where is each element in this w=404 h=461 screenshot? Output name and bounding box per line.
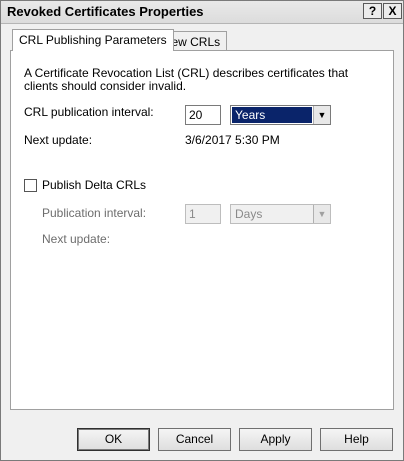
chevron-down-icon: ▼ xyxy=(313,205,330,223)
chevron-down-icon: ▼ xyxy=(313,106,330,124)
dialog-window: Revoked Certificates Properties ? X CRL … xyxy=(0,0,404,461)
title-bar: Revoked Certificates Properties ? X xyxy=(1,1,403,24)
help-button[interactable]: Help xyxy=(320,428,393,451)
help-title-button[interactable]: ? xyxy=(363,3,382,19)
crl-next-update-value: 3/6/2017 5:30 PM xyxy=(185,133,280,147)
delta-interval-unit-select[interactable]: Days ▼ xyxy=(230,204,331,224)
crl-next-update-label: Next update: xyxy=(24,133,93,147)
crl-interval-label: CRL publication interval: xyxy=(24,105,154,119)
tab-crl-publishing-parameters[interactable]: CRL Publishing Parameters xyxy=(12,29,174,51)
crl-description: A Certificate Revocation List (CRL) desc… xyxy=(24,66,349,93)
ok-button[interactable]: OK xyxy=(77,428,150,451)
publish-delta-label: Publish Delta CRLs xyxy=(42,178,147,192)
crl-interval-unit-select[interactable]: Years ▼ xyxy=(230,105,331,125)
window-title: Revoked Certificates Properties xyxy=(7,4,204,19)
crl-interval-input[interactable]: 20 xyxy=(185,105,221,125)
cancel-button[interactable]: Cancel xyxy=(158,428,231,451)
close-button[interactable]: X xyxy=(383,3,402,19)
tab-panel: A Certificate Revocation List (CRL) desc… xyxy=(10,50,394,410)
delta-next-update-label: Next update: xyxy=(42,232,111,246)
delta-interval-unit-value: Days xyxy=(232,206,312,222)
publish-delta-checkbox[interactable] xyxy=(24,179,37,192)
apply-button[interactable]: Apply xyxy=(239,428,312,451)
delta-interval-label: Publication interval: xyxy=(42,206,147,220)
delta-interval-input[interactable]: 1 xyxy=(185,204,221,224)
crl-interval-unit-value: Years xyxy=(232,107,312,123)
